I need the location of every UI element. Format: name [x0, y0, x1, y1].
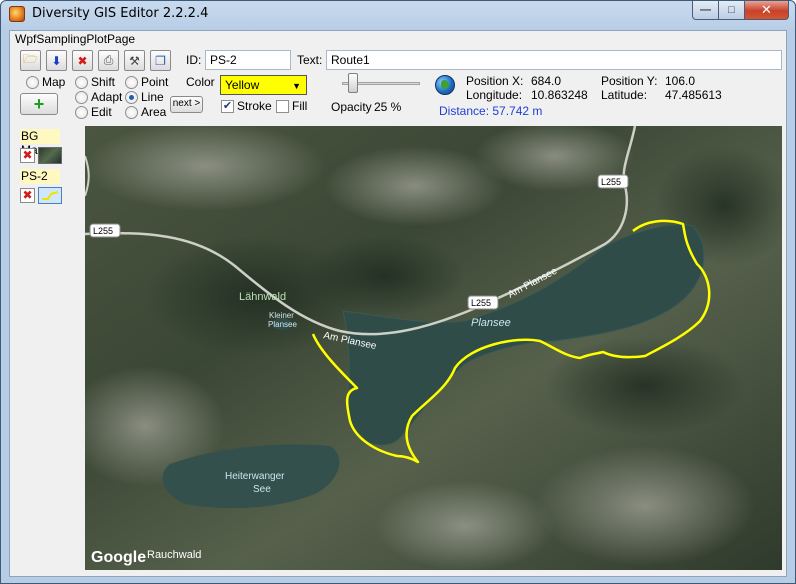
area-radio[interactable]: [125, 106, 138, 119]
chevron-down-icon: ▼: [292, 81, 301, 91]
road-label-l255-1: L255: [93, 226, 113, 236]
lake-label-see: See: [253, 484, 271, 495]
add-layer-button[interactable]: +: [20, 93, 58, 115]
shift-radio[interactable]: [75, 76, 88, 89]
bg-map-thumbnail[interactable]: [38, 147, 62, 164]
position-x-value: 684.0: [531, 74, 562, 88]
distance-readout: Distance: 57.742 m: [439, 104, 543, 118]
area-radio-label: Area: [141, 105, 167, 119]
place-label-lahnwald: Lähnwald: [239, 291, 286, 303]
map-radio[interactable]: [26, 76, 39, 89]
tab-sampling-plot-page[interactable]: WpfSamplingPlotPage: [15, 32, 135, 46]
stroke-checkbox[interactable]: ✔: [221, 100, 234, 113]
app-logo-icon: [9, 6, 25, 22]
lake-label-heiterwanger: Heiterwanger: [225, 471, 285, 482]
minimize-button[interactable]: —: [692, 1, 719, 20]
longitude-label: Longitude:: [466, 88, 523, 102]
edit-radio[interactable]: [75, 106, 88, 119]
print-button[interactable]: ⎙: [98, 50, 119, 71]
print-icon: ⎙: [103, 53, 114, 67]
delete-button[interactable]: ✖: [72, 50, 93, 71]
fill-label: Fill: [292, 99, 308, 113]
position-x-label: Position X:: [466, 74, 524, 88]
window-controls: — □ ✕: [692, 1, 789, 20]
settings-icon: ⚒: [129, 53, 140, 68]
id-field[interactable]: PS-2: [205, 50, 291, 70]
title-bar[interactable]: Diversity GIS Editor 2.2.2.4 — □ ✕: [1, 1, 795, 27]
adapt-radio[interactable]: [75, 91, 88, 104]
map-view[interactable]: L255 L255 L255 Am Plansee Am Plansee Läh…: [85, 126, 782, 570]
position-y-label: Position Y:: [601, 74, 658, 88]
line-radio[interactable]: [125, 91, 138, 104]
layer-label-ps-2[interactable]: PS-2: [20, 169, 60, 184]
open-folder-icon: 🗁: [23, 52, 38, 66]
layer-label-bg-map[interactable]: BG Map: [20, 129, 60, 157]
close-button[interactable]: ✕: [745, 1, 789, 20]
delete-icon: ✖: [77, 53, 88, 68]
client-area: WpfSamplingPlotPage 🗁 ⬇ ✖ ⎙ ⚒ ❐ ID: PS-2: [9, 30, 787, 577]
stroke-label: Stroke: [237, 99, 272, 113]
ps-2-line-thumbnail[interactable]: [38, 187, 62, 204]
place-label-rauchwald: Rauchwald: [147, 549, 201, 561]
copy-button[interactable]: ❐: [150, 50, 171, 71]
edit-radio-label: Edit: [91, 105, 112, 119]
opacity-value: 25 %: [374, 100, 402, 114]
adapt-radio-label: Adapt: [91, 90, 123, 104]
settings-button[interactable]: ⚒: [124, 50, 145, 71]
road-label-l255-3: L255: [601, 177, 621, 187]
text-label: Text:: [297, 53, 323, 67]
position-y-value: 106.0: [665, 74, 696, 88]
point-radio[interactable]: [125, 76, 138, 89]
longitude-value: 10.863248: [531, 88, 588, 102]
lake-label-plansee: Plansee: [471, 317, 511, 329]
map-canvas[interactable]: L255 L255 L255 Am Plansee Am Plansee Läh…: [85, 126, 782, 570]
download-button[interactable]: ⬇: [46, 50, 67, 71]
copy-icon: ❐: [155, 53, 166, 68]
globe-icon: [435, 75, 455, 95]
download-icon: ⬇: [51, 53, 62, 68]
open-button[interactable]: 🗁: [20, 50, 41, 71]
line-layer-icon: [42, 191, 59, 200]
toolbar: 🗁 ⬇ ✖ ⎙ ⚒ ❐: [20, 50, 174, 71]
id-label: ID:: [186, 53, 202, 67]
remove-ps-2-button[interactable]: ✖: [20, 188, 35, 203]
point-radio-label: Point: [141, 75, 169, 89]
text-field[interactable]: Route1: [326, 50, 782, 70]
google-logo: Google: [91, 549, 146, 566]
road-label-l255-2: L255: [471, 298, 491, 308]
place-label-kleiner-plansee: Plansee: [268, 320, 297, 329]
line-radio-label: Line: [141, 90, 164, 104]
color-label: Color: [186, 75, 215, 89]
next-button[interactable]: next >: [170, 96, 203, 113]
latitude-label: Latitude:: [601, 88, 648, 102]
remove-bg-map-button[interactable]: ✖: [20, 148, 35, 163]
window-title: Diversity GIS Editor 2.2.2.4: [32, 6, 209, 21]
color-select-value: Yellow: [225, 78, 260, 92]
fill-checkbox[interactable]: [276, 100, 289, 113]
app-window: Diversity GIS Editor 2.2.2.4 — □ ✕ WpfSa…: [0, 0, 796, 584]
map-radio-label: Map: [42, 75, 66, 89]
maximize-button[interactable]: □: [719, 1, 745, 20]
latitude-value: 47.485613: [665, 88, 722, 102]
plus-icon: +: [33, 94, 45, 114]
opacity-slider-thumb[interactable]: [348, 73, 358, 93]
color-select[interactable]: Yellow ▼: [220, 75, 307, 95]
place-label-kleiner: Kleiner: [269, 311, 294, 320]
opacity-label: Opacity: [331, 100, 372, 114]
shift-radio-label: Shift: [91, 75, 116, 89]
